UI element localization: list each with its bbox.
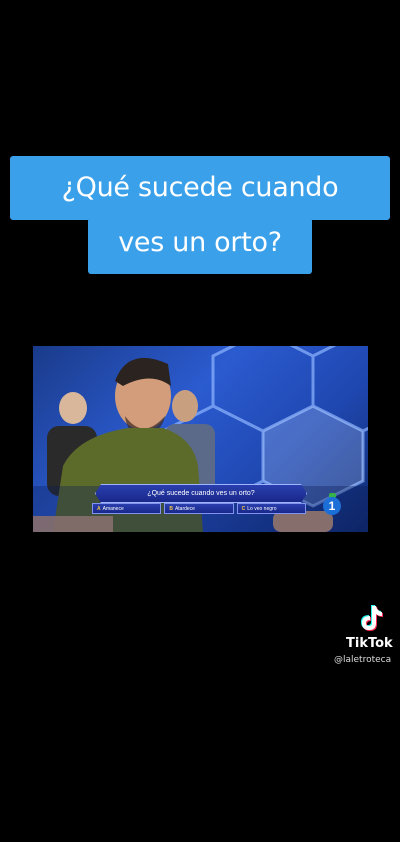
caption-line-2: ves un orto? xyxy=(88,218,312,274)
tiktok-note-icon xyxy=(361,605,383,631)
answer-a-text: Amanece xyxy=(102,506,124,512)
answer-c-text: Lo veo negro xyxy=(247,506,277,512)
answer-b-text: Atardece xyxy=(174,506,195,512)
answer-b-key: B xyxy=(169,506,173,512)
answer-row: A Amanece B Atardece C Lo veo negro xyxy=(92,503,306,514)
tiktok-username[interactable]: @laletroteca xyxy=(334,655,391,665)
channel-logo: 1 xyxy=(323,497,341,515)
answer-c[interactable]: C Lo veo negro xyxy=(236,503,306,514)
answer-a[interactable]: A Amanece xyxy=(92,503,162,514)
tiktok-brand: TikTok xyxy=(346,636,393,651)
question-banner: ¿Qué sucede cuando ves un orto? xyxy=(95,484,307,503)
answer-b[interactable]: B Atardece xyxy=(164,503,234,514)
caption-line-1: ¿Qué sucede cuando xyxy=(10,156,390,220)
answer-c-key: C xyxy=(241,506,246,512)
answer-a-key: A xyxy=(97,506,101,512)
